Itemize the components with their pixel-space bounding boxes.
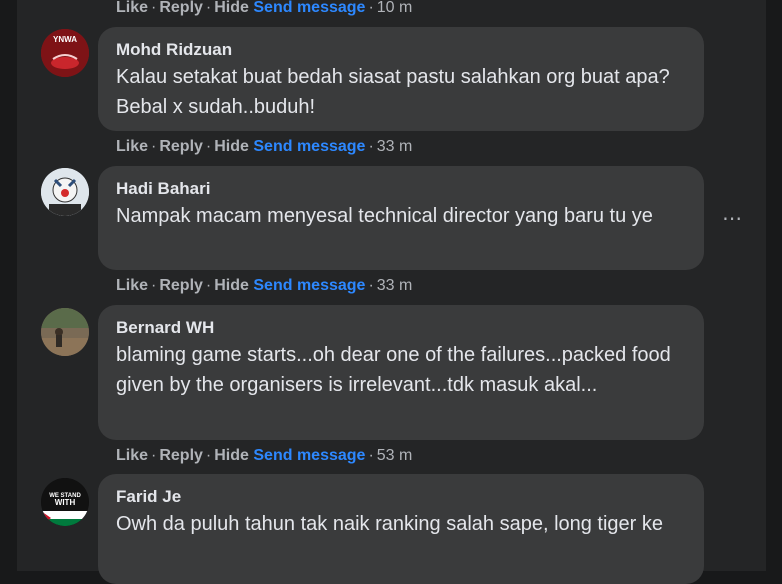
comment-bubble: Hadi Bahari Nampak macam menyesal techni…	[98, 166, 704, 270]
hide-button[interactable]: Hide	[214, 138, 249, 155]
hide-button[interactable]: Hide	[214, 277, 249, 294]
comment-actions-previous: Like · Reply · Hide Send message · 10 m	[116, 0, 413, 16]
avatar[interactable]: WE STAND WITH	[41, 478, 89, 526]
comment-author[interactable]: Hadi Bahari	[116, 178, 684, 200]
comment-time[interactable]: 10 m	[377, 0, 413, 16]
comment-author[interactable]: Farid Je	[116, 486, 684, 508]
comment-time[interactable]: 33 m	[377, 138, 413, 155]
comment-bubble: Farid Je Owh da puluh tahun tak naik ran…	[98, 474, 704, 584]
reply-button[interactable]: Reply	[159, 138, 203, 155]
hide-button[interactable]: Hide	[214, 0, 249, 16]
comment-actions: Like · Reply · Hide Send message · 53 m	[116, 447, 413, 464]
ynwa-avatar-icon: YNWA	[41, 29, 89, 77]
clown-avatar-icon	[41, 168, 89, 216]
svg-text:WITH: WITH	[55, 498, 76, 507]
avatar[interactable]	[41, 308, 89, 356]
comment-author[interactable]: Bernard WH	[116, 317, 684, 339]
comment-text: Nampak macam menyesal technical director…	[116, 205, 653, 227]
send-message-button[interactable]: Send message	[253, 447, 365, 464]
comment-text: Owh da puluh tahun tak naik ranking sala…	[116, 513, 664, 535]
comment-bubble: Bernard WH blaming game starts...oh dear…	[98, 305, 704, 440]
comment-bubble: Mohd Ridzuan Kalau setakat buat bedah si…	[98, 27, 704, 131]
reply-button[interactable]: Reply	[159, 447, 203, 464]
reply-button[interactable]: Reply	[159, 0, 203, 16]
comment-text: blaming game starts...oh dear one of the…	[116, 344, 671, 396]
like-button[interactable]: Like	[116, 0, 148, 16]
avatar[interactable]: YNWA	[41, 29, 89, 77]
comment-time[interactable]: 33 m	[377, 277, 413, 294]
send-message-button[interactable]: Send message	[253, 138, 365, 155]
comment-author[interactable]: Mohd Ridzuan	[116, 39, 684, 61]
send-message-button[interactable]: Send message	[253, 0, 365, 16]
palestine-avatar-icon: WE STAND WITH	[41, 478, 89, 526]
reply-button[interactable]: Reply	[159, 277, 203, 294]
photo-avatar-icon	[41, 308, 89, 356]
comment-actions: Like · Reply · Hide Send message · 33 m	[116, 138, 413, 155]
send-message-button[interactable]: Send message	[253, 277, 365, 294]
like-button[interactable]: Like	[116, 447, 148, 464]
like-button[interactable]: Like	[116, 138, 148, 155]
hide-button[interactable]: Hide	[214, 447, 249, 464]
svg-text:YNWA: YNWA	[53, 35, 77, 44]
comment-time[interactable]: 53 m	[377, 447, 413, 464]
more-options-icon[interactable]: ⋯	[720, 207, 744, 231]
comment-text: Kalau setakat buat bedah siasat pastu sa…	[116, 66, 670, 118]
like-button[interactable]: Like	[116, 277, 148, 294]
comment-actions: Like · Reply · Hide Send message · 33 m	[116, 277, 413, 294]
avatar[interactable]	[41, 168, 89, 216]
